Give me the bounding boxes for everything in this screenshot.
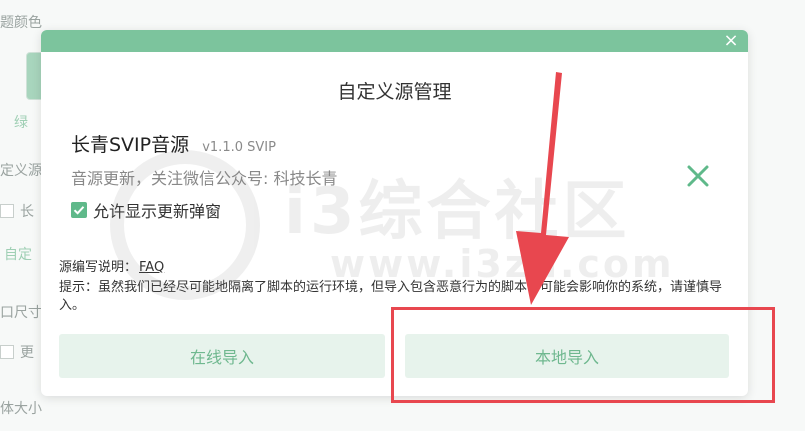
bg-label-green: 绿	[14, 115, 28, 131]
bg-checkbox-2	[0, 345, 14, 359]
faq-link[interactable]: FAQ	[139, 260, 164, 275]
faq-prefix: 源编写说明：	[59, 260, 138, 275]
local-import-button[interactable]: 本地导入	[405, 334, 729, 378]
remove-source-button[interactable]	[682, 160, 714, 192]
dialog-title: 自定义源管理	[337, 81, 452, 103]
source-description: 音源更新，关注微信公众号: 科技长青	[71, 169, 338, 188]
bg-label-update: 更	[20, 345, 34, 361]
check-icon	[73, 206, 85, 215]
allow-update-popup-checkbox[interactable]	[71, 202, 87, 218]
bg-label-theme-color: 题颜色	[0, 15, 42, 31]
bg-label-custom-source: 定义源	[0, 163, 42, 179]
bg-label-size: 口尺寸	[0, 305, 42, 321]
source-name: 长青SVIP音源	[71, 134, 190, 156]
bg-label-long: 长	[20, 204, 34, 220]
bg-label-custom: 自定	[4, 247, 32, 263]
security-tip: 提示：虽然我们已经尽可能地隔离了脚本的运行环境，但导入包含恶意行为的脚本仍可能会…	[59, 280, 723, 313]
bg-checkbox-1	[0, 204, 14, 218]
remove-x-icon	[687, 165, 709, 187]
online-import-button[interactable]: 在线导入	[59, 334, 385, 378]
allow-update-popup-option[interactable]: 允许显示更新弹窗	[71, 198, 711, 222]
bg-label-font-size: 体大小	[0, 401, 42, 417]
faq-row: 源编写说明： FAQ	[59, 256, 164, 275]
custom-source-dialog: × 自定义源管理 长青SVIP音源 v1.1.0 SVIP 音源更新，关注微信公…	[41, 30, 748, 396]
close-icon[interactable]: ×	[722, 32, 740, 50]
screen: 题颜色 绿 定义源 长 自定 口尺寸 更 体大小 × 自定义源管理 长青SVIP…	[0, 0, 805, 431]
source-version: v1.1.0 SVIP	[202, 140, 276, 155]
dialog-top-bar: ×	[41, 30, 748, 52]
allow-update-popup-label: 允许显示更新弹窗	[93, 202, 222, 221]
source-item: 长青SVIP音源 v1.1.0 SVIP 音源更新，关注微信公众号: 科技长青 …	[71, 130, 711, 222]
